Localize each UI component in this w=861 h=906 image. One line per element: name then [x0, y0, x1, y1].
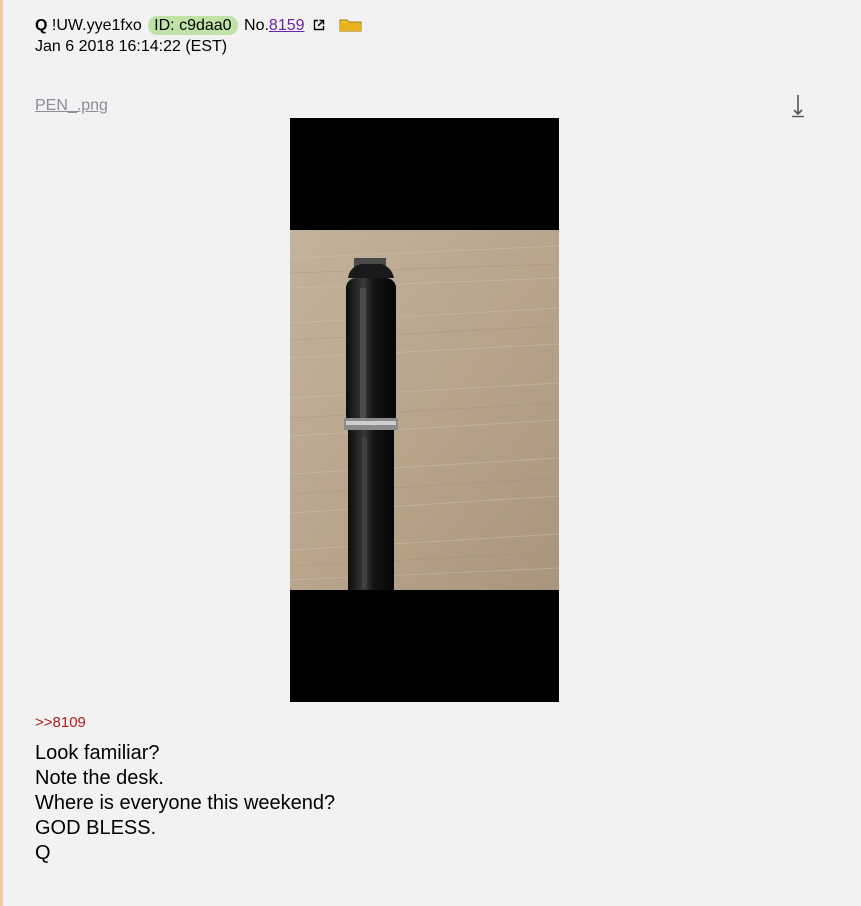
file-name-link[interactable]: PEN_.png	[35, 96, 108, 115]
post-date: Jan 6 2018 16:14:22 (EST)	[35, 38, 228, 55]
folder-icon[interactable]	[339, 18, 363, 32]
download-arrow-icon[interactable]	[790, 92, 806, 118]
post-header: Q !UW.yye1fxo ID: c9daa0 No.8159	[35, 16, 363, 35]
external-link-icon[interactable]	[313, 17, 325, 31]
quote-link[interactable]: >>8109	[35, 714, 86, 732]
post-number-prefix: No.	[244, 17, 269, 34]
post-accent-bar	[0, 0, 3, 906]
post-container: Q !UW.yye1fxo ID: c9daa0 No.8159 Jan 6 2…	[0, 0, 861, 906]
post-body-line: GOD BLESS.	[35, 817, 157, 839]
poster-name: Q	[35, 17, 48, 34]
post-number-link[interactable]: 8159	[269, 17, 305, 34]
post-image[interactable]	[290, 118, 559, 702]
post-body-line: Look familiar?	[35, 742, 160, 764]
poster-tripcode: !UW.yye1fxo	[51, 17, 142, 34]
poster-id-badge[interactable]: ID: c9daa0	[148, 16, 238, 35]
post-body-line: Q	[35, 842, 51, 864]
post-body-line: Where is everyone this weekend?	[35, 792, 336, 814]
post-body-line: Note the desk.	[35, 767, 164, 789]
